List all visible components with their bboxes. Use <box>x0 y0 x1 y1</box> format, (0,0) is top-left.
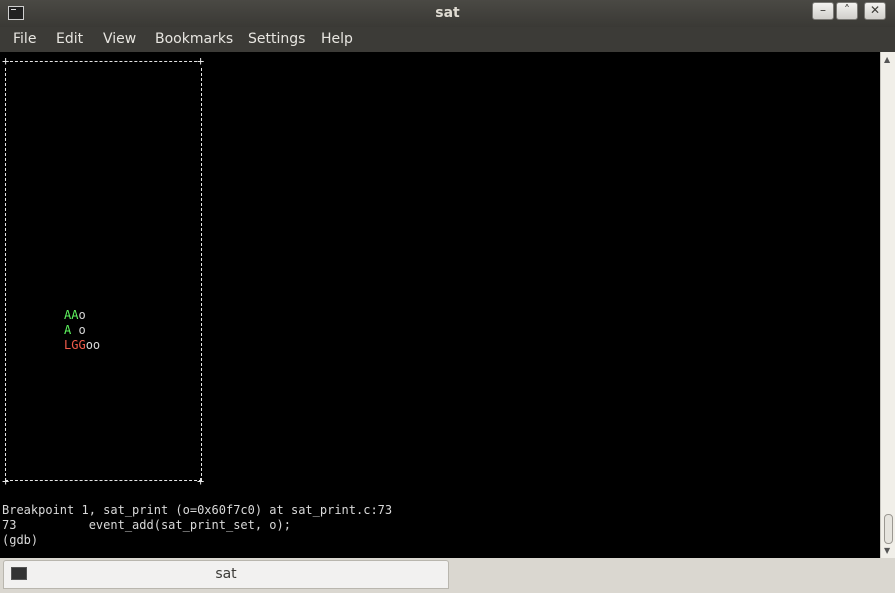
board-row-2: A o <box>64 323 86 338</box>
scroll-up-icon[interactable]: ▲ <box>884 55 890 64</box>
title-bar[interactable]: sat – ˄ ✕ <box>0 0 895 27</box>
vertical-scrollbar[interactable]: ▲ ▼ <box>880 52 895 558</box>
maximize-button[interactable]: ˄ <box>836 2 858 20</box>
board-row-1: AAo <box>64 308 86 323</box>
terminal-area[interactable]: + + + + AAo A o LGGoo Breakpoint 1, sat_… <box>0 52 880 558</box>
gdb-source-line: 73 event_add(sat_print_set, o); <box>2 518 291 532</box>
tab-sat[interactable]: sat <box>3 560 449 589</box>
menu-view[interactable]: View <box>103 31 136 47</box>
menu-bar: File Edit View Bookmarks Settings Help <box>0 27 895 52</box>
board-row-3: LGGoo <box>64 338 100 353</box>
menu-bookmarks[interactable]: Bookmarks <box>155 31 233 47</box>
white-piece: oo <box>85 338 101 352</box>
menu-edit[interactable]: Edit <box>56 31 83 47</box>
tab-bar: sat <box>0 558 895 593</box>
board-right-border <box>201 68 202 481</box>
gdb-breakpoint-line: Breakpoint 1, sat_print (o=0x60f7c0) at … <box>2 503 393 517</box>
close-button[interactable]: ✕ <box>864 2 886 20</box>
menu-help[interactable]: Help <box>321 31 353 47</box>
white-piece: o <box>78 308 86 322</box>
menu-file[interactable]: File <box>13 31 36 47</box>
tab-label: sat <box>215 566 237 582</box>
green-piece: AA <box>64 308 79 322</box>
board-left-border <box>5 68 6 481</box>
scrollbar-thumb[interactable] <box>884 514 893 544</box>
minimize-button[interactable]: – <box>812 2 834 20</box>
menu-settings[interactable]: Settings <box>248 31 305 47</box>
board-top-border <box>5 61 202 62</box>
scroll-down-icon[interactable]: ▼ <box>884 546 890 555</box>
white-piece: o <box>71 323 86 337</box>
board-bottom-border <box>5 480 202 481</box>
red-piece: LGG <box>64 338 86 352</box>
gdb-prompt[interactable]: (gdb) <box>2 533 38 548</box>
window-title: sat <box>435 5 460 21</box>
terminal-window: sat – ˄ ✕ File Edit View Bookmarks Setti… <box>0 0 895 593</box>
